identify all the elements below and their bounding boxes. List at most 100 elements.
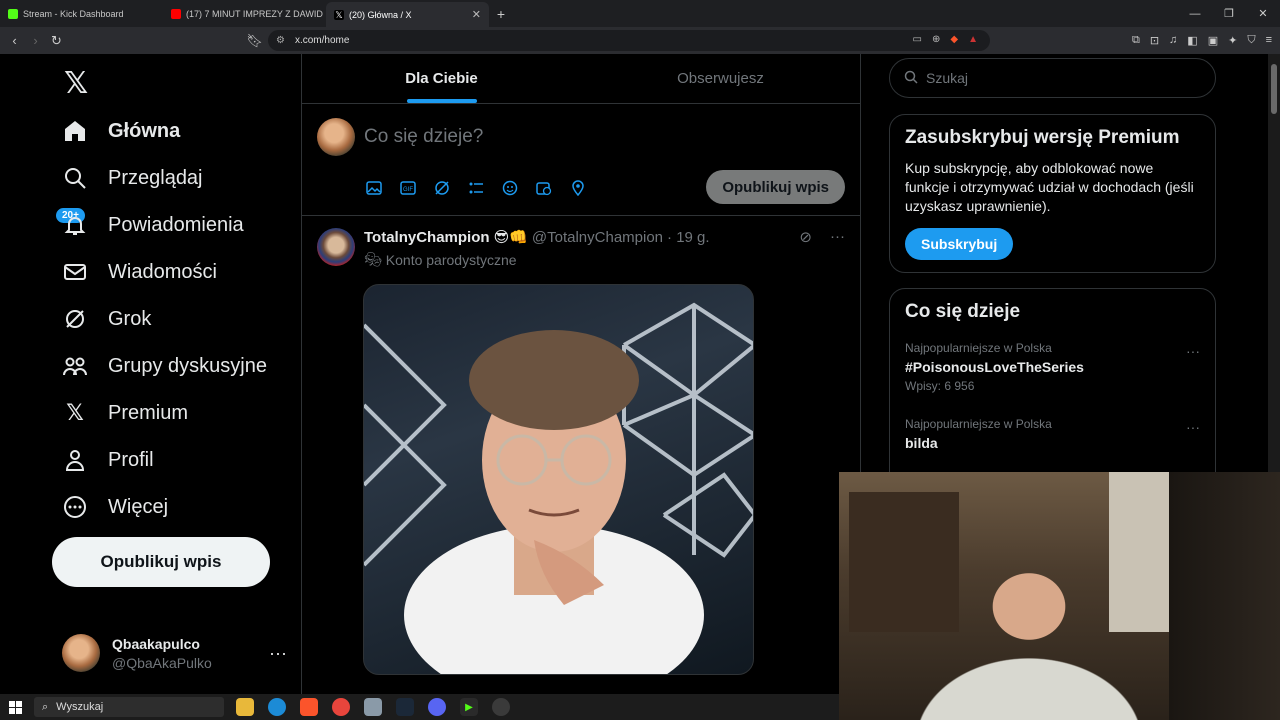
url-field[interactable]: ⚙︎ x.com/home ▭ ⊕ ◆ ▲ (268, 30, 990, 51)
minimize-icon[interactable]: — (1178, 0, 1212, 27)
trend-context: Najpopularniejsze w Polska (905, 417, 1052, 431)
parody-label: 🎭︎ Konto parodystyczne (364, 251, 517, 268)
webcam-overlay (839, 472, 1280, 720)
trend-count: Wpisy: 6 956 (905, 379, 975, 393)
app-icon[interactable] (364, 698, 382, 716)
site-info-icon[interactable]: ⚙︎ (276, 35, 285, 46)
avatar (62, 634, 100, 672)
compose-post-button[interactable]: Opublikuj wpis (706, 170, 845, 204)
browser-toolbar-icons: ⧉ ⊡ ♫ ◧ ▣ ✦ ⛉ ≡ (1132, 34, 1272, 47)
tab-for-you[interactable]: Dla Ciebie (302, 54, 581, 103)
nav-item-notifications[interactable]: Powiadomienia (62, 203, 244, 247)
nav-label: Grok (108, 307, 152, 330)
zoom-icon[interactable]: ⊕ (932, 34, 940, 45)
window-controls: — ❐ ✕ (1178, 0, 1280, 27)
browser-tab-kick[interactable]: Stream - Kick Dashboard (0, 0, 163, 27)
account-name: Qbaakapulco (112, 635, 200, 652)
bookmark-icon[interactable]: 🔖︎ (244, 33, 265, 49)
scrollbar-thumb[interactable] (1271, 64, 1277, 114)
browser-tab-youtube[interactable]: (17) 7 MINUT IMPREZY Z DAWID (163, 0, 326, 27)
x-favicon-icon: 𝕏 (334, 9, 344, 20)
ellipsis-icon[interactable]: ··· (1186, 343, 1200, 359)
brave-shield-icon[interactable]: ◆ (950, 34, 958, 45)
svg-text:GIF: GIF (403, 187, 413, 193)
extensions-icon[interactable]: ⧉ (1132, 34, 1140, 47)
taskbar-search[interactable]: ⌕ Wyszukaj (34, 697, 224, 717)
tweet-time[interactable]: · 19 g. (667, 229, 710, 246)
nav-item-premium[interactable]: 𝕏 Premium (62, 391, 188, 435)
nav-item-more[interactable]: Więcej (62, 485, 168, 529)
ellipsis-icon[interactable]: ··· (830, 228, 845, 246)
grok-icon[interactable]: ⊘ (799, 228, 812, 246)
brave-icon[interactable] (300, 698, 318, 716)
screen-icon[interactable]: ▭ (913, 34, 922, 45)
nav-label: Grupy dyskusyjne (108, 354, 267, 377)
emoji-icon[interactable] (500, 178, 520, 198)
close-window-icon[interactable]: ✕ (1246, 0, 1280, 27)
trend-item[interactable]: Najpopularniejsze w Polska #PoisonousLov… (890, 335, 1215, 411)
nav-item-communities[interactable]: Grupy dyskusyjne (62, 344, 267, 388)
brave-rewards-icon[interactable]: ▲ (968, 34, 978, 45)
tab-following[interactable]: Obserwujesz (581, 54, 860, 103)
nav-label: Premium (108, 401, 189, 424)
discord-icon[interactable] (428, 698, 446, 716)
nav-item-grok[interactable]: Grok (62, 297, 151, 341)
nav-item-messages[interactable]: Wiadomości (62, 250, 217, 294)
nav-item-explore[interactable]: Przeglądaj (62, 156, 203, 200)
mail-icon (62, 259, 88, 285)
wallet-icon[interactable]: ▣ (1208, 34, 1218, 47)
media-icon[interactable] (364, 178, 384, 198)
restore-icon[interactable]: ❐ (1212, 0, 1246, 27)
menu-icon[interactable]: ≡ (1266, 34, 1272, 47)
grok-icon (62, 306, 88, 332)
windows-start-icon[interactable] (0, 700, 30, 714)
nav-label: Główna (108, 119, 181, 142)
sidebar-icon[interactable]: ◧ (1187, 34, 1197, 47)
chrome-icon[interactable] (332, 698, 350, 716)
ellipsis-icon[interactable]: ··· (1186, 419, 1200, 435)
kick-favicon-icon (8, 8, 18, 19)
subscribe-button[interactable]: Subskrybuj (905, 228, 1014, 260)
search-icon (62, 165, 88, 191)
file-explorer-icon[interactable] (236, 698, 254, 716)
post-button[interactable]: Opublikuj wpis (52, 537, 270, 587)
grok-icon[interactable] (432, 178, 452, 198)
tweet-image[interactable] (363, 284, 754, 675)
tweet[interactable]: TotalnyChampion 😎👊 @TotalnyChampion · 19… (302, 216, 860, 696)
trend-context: Najpopularniejsze w Polska (905, 341, 1052, 355)
obs-icon[interactable] (492, 698, 510, 716)
browser-tab-x[interactable]: 𝕏 (20) Główna / X ✕ (326, 2, 489, 27)
x-logo-icon[interactable]: 𝕏 (64, 66, 88, 101)
tweet-menu: ⊘ ··· (799, 228, 845, 246)
reload-icon[interactable]: ↻ (46, 33, 67, 49)
ellipsis-icon[interactable]: ··· (269, 643, 287, 664)
account-switcher[interactable]: Qbaakapulco @QbaAkaPulko ··· (62, 631, 287, 675)
trend-topic: #PoisonousLoveTheSeries (905, 359, 1084, 375)
screenshot-icon[interactable]: ⊡ (1150, 34, 1159, 47)
steam-icon[interactable] (396, 698, 414, 716)
new-tab-button[interactable]: + (489, 0, 513, 27)
back-icon[interactable]: ‹ (4, 33, 25, 48)
trending-title: Co się dzieje (905, 301, 1021, 322)
schedule-icon[interactable] (534, 178, 554, 198)
search-input[interactable]: Szukaj (889, 58, 1216, 98)
forward-icon[interactable]: › (25, 33, 46, 48)
tweet-author-name[interactable]: TotalnyChampion (364, 229, 490, 246)
gif-icon[interactable]: GIF (398, 178, 418, 198)
compose-input[interactable]: Co się dzieje? (364, 126, 483, 148)
avatar (317, 118, 355, 156)
tweet-avatar[interactable] (317, 228, 355, 266)
nav-item-profile[interactable]: Profil (62, 438, 154, 482)
nav-item-home[interactable]: Główna (62, 109, 180, 153)
edge-icon[interactable] (268, 698, 286, 716)
vpn-icon[interactable]: ⛉ (1247, 34, 1255, 47)
nav-label: Wiadomości (108, 260, 217, 283)
tweet-author-handle[interactable]: @TotalnyChampion (532, 229, 663, 246)
leo-ai-icon[interactable]: ✦ (1228, 34, 1237, 47)
location-icon[interactable] (568, 178, 588, 198)
poll-icon[interactable] (466, 178, 486, 198)
media-icon[interactable]: ♫ (1169, 34, 1177, 47)
media-player-icon[interactable]: ▶ (460, 698, 478, 716)
tab-close-icon[interactable]: ✕ (472, 8, 481, 21)
youtube-favicon-icon (171, 8, 181, 19)
